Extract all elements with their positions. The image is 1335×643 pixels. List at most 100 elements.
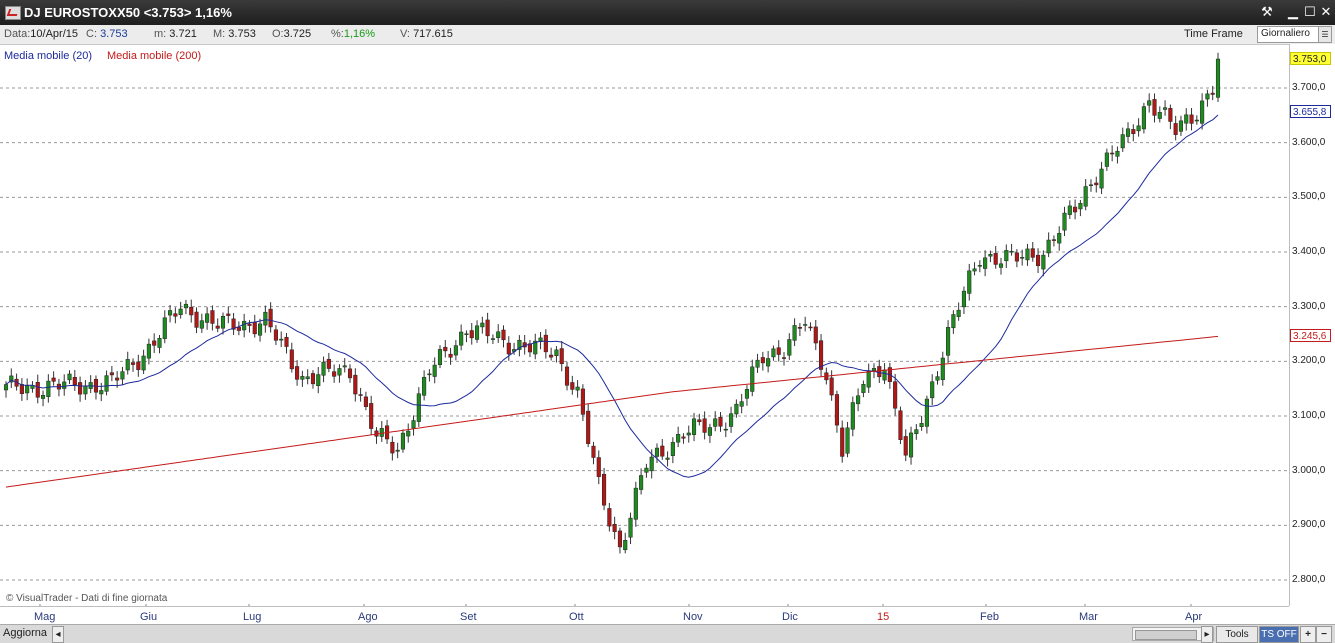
candle-down: [797, 326, 802, 329]
x-tick-label: Lug: [243, 611, 262, 623]
window-title: DJ EUROSTOXX50 <3.753> 1,16%: [24, 5, 232, 20]
candle-up: [141, 355, 146, 371]
candle-up: [972, 268, 977, 272]
candle-down: [363, 396, 368, 407]
candle-up: [279, 338, 284, 341]
candle-up: [1020, 257, 1025, 259]
candle-up: [861, 384, 866, 393]
candle-up: [850, 402, 855, 430]
candle-up: [1163, 107, 1168, 110]
close-icon[interactable]: ✕: [1318, 4, 1334, 20]
candle-down: [130, 362, 136, 365]
legend-ma200: Media mobile (200): [107, 50, 202, 62]
candle-down: [236, 327, 241, 331]
candle-up: [633, 487, 638, 520]
candle-up: [924, 398, 929, 427]
x-tick-label: Apr: [1185, 611, 1203, 623]
ts-off-button[interactable]: TS OFF: [1259, 626, 1299, 643]
candle-up: [199, 320, 204, 329]
candle-down: [549, 354, 554, 358]
candle-down: [310, 373, 316, 385]
candle-up: [983, 257, 988, 269]
timeframe-value: Giornaliero: [1261, 28, 1310, 39]
menu-icon[interactable]: ☰: [1318, 27, 1331, 42]
candle-down: [136, 361, 141, 370]
legend-ma20: Media mobile (20): [4, 50, 93, 62]
candle-down: [681, 436, 686, 439]
candle-up: [183, 303, 188, 309]
candle-up: [1099, 168, 1104, 189]
candle-up: [178, 308, 183, 315]
candle-down: [580, 388, 585, 415]
candle-up: [205, 313, 210, 323]
candle-down: [813, 326, 818, 344]
candle-up: [639, 475, 644, 490]
tools-icon[interactable]: ⚒: [1259, 4, 1275, 20]
candle-up: [422, 376, 427, 396]
candle-down: [564, 366, 570, 386]
candle-up: [686, 432, 691, 436]
minimize-icon[interactable]: ▁: [1285, 4, 1301, 20]
candle-down: [586, 410, 591, 444]
tools-button[interactable]: Tools: [1216, 626, 1258, 643]
candle-down: [1168, 108, 1173, 122]
candle-up: [242, 320, 247, 331]
candle-up: [723, 428, 728, 431]
scroll-right-icon[interactable]: ▸: [1201, 626, 1213, 643]
candle-up: [1057, 233, 1062, 244]
scroll-thumb[interactable]: [1135, 630, 1197, 640]
candle-down: [1036, 254, 1041, 267]
open-readout: O:3.725: [272, 28, 312, 40]
candle-down: [617, 530, 622, 548]
candle-up: [342, 365, 347, 368]
candle-down: [570, 382, 575, 390]
candle-up: [1083, 186, 1088, 207]
candle-up: [1025, 248, 1030, 261]
candle-down: [115, 377, 120, 381]
candle-down: [1189, 114, 1194, 124]
x-tick-label: Giu: [140, 611, 158, 623]
candle-up: [1184, 114, 1189, 124]
candle-up: [120, 371, 125, 380]
candle-down: [501, 329, 506, 341]
candle-down: [72, 377, 77, 386]
aggiorna-label[interactable]: Aggiorna: [3, 627, 47, 639]
zoom-out-button[interactable]: −: [1316, 626, 1332, 643]
candle-up: [750, 366, 755, 392]
candle-up: [1062, 212, 1067, 231]
candle-down: [840, 427, 845, 457]
candle-down: [607, 508, 612, 527]
candle-up: [474, 325, 480, 340]
candle-down: [369, 403, 374, 429]
candle-up: [1115, 150, 1120, 157]
candle-up: [866, 370, 871, 388]
candle-down: [353, 374, 358, 395]
candle-up: [713, 418, 718, 427]
candle-down: [1131, 129, 1136, 134]
candle-down: [591, 445, 596, 458]
candle-up: [83, 385, 88, 395]
candle-down: [78, 382, 83, 395]
maximize-icon[interactable]: ☐: [1302, 4, 1318, 20]
candle-down: [226, 313, 231, 316]
candle-up: [946, 327, 951, 356]
candle-down: [506, 342, 511, 355]
candle-up: [379, 428, 384, 437]
candle-up: [940, 357, 945, 381]
candle-up: [951, 314, 956, 329]
y-tick-label: 3.000,0: [1292, 464, 1326, 476]
candle-up: [168, 310, 173, 316]
candles: [3, 52, 1221, 554]
candle-down: [35, 382, 40, 398]
candle-down: [903, 436, 908, 456]
ma20-value-label: 3.655,8: [1290, 105, 1331, 119]
y-tick-label: 3.500,0: [1292, 191, 1326, 203]
candle-up: [803, 324, 808, 326]
price-chart[interactable]: [0, 44, 1289, 606]
zoom-in-button[interactable]: +: [1300, 626, 1316, 643]
candle-down: [268, 308, 273, 328]
scroll-left-icon[interactable]: ◂: [52, 626, 64, 643]
y-tick-label: 2.900,0: [1292, 519, 1326, 531]
candle-down: [660, 445, 665, 457]
timeframe-select[interactable]: Giornaliero ☰: [1257, 26, 1332, 43]
